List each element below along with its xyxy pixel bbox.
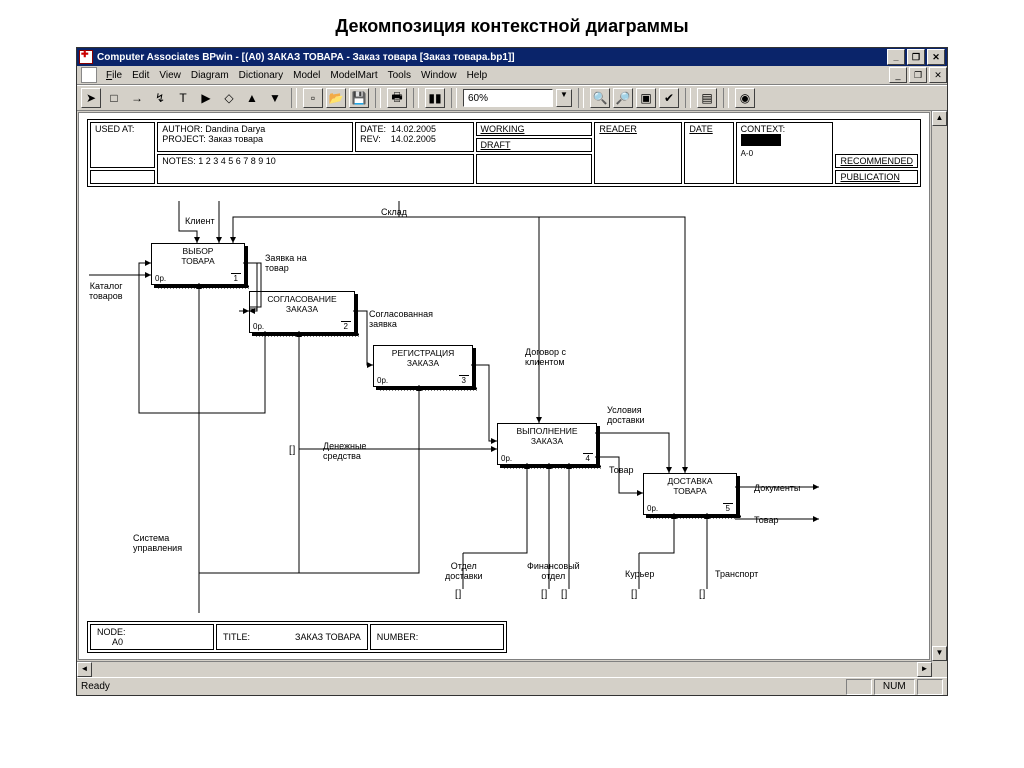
svg-text:[ ]: [ ] [289, 445, 296, 456]
close-button[interactable]: ✕ [927, 49, 945, 65]
canvas-area: USED AT: AUTHOR: Dandina Darya PROJECT: … [77, 111, 947, 677]
menu-model[interactable]: Model [293, 70, 320, 81]
label-docs: Документы [754, 483, 800, 493]
text-tool[interactable]: T [173, 88, 193, 108]
mdi-minimize-button[interactable]: _ [889, 67, 907, 83]
toolbar-shapes: ➤ □ → ↯ T ▶ ◇ ▲ ▼ ▫ 📂 💾 🖶 ▮▮ 60% ▼ 🔍 🔎 ▣… [77, 85, 947, 111]
zoom-out-button[interactable]: 🔎 [613, 88, 633, 108]
report-button[interactable]: ▮▮ [425, 88, 445, 108]
minimize-button[interactable]: _ [887, 49, 905, 65]
idef0-footer: NODE: A0 TITLE: ЗАКАЗ ТОВАРА NUMBER: [87, 621, 507, 653]
label-tovar: Товар [609, 465, 634, 475]
menu-tools[interactable]: Tools [388, 70, 411, 81]
connectors: [ ] [ ] [ ] [ ] [ ] [ ] [79, 113, 929, 659]
page-title: Декомпозиция контекстной диаграммы [0, 0, 1024, 47]
app-window: Computer Associates BPwin - [(A0) ЗАКАЗ … [76, 47, 948, 696]
status-num: NUM [874, 679, 915, 695]
block-2[interactable]: СОГЛАСОВАНИЕ ЗАКАЗА 0р.2 [249, 291, 355, 333]
browser-button[interactable]: ▤ [697, 88, 717, 108]
diagram-canvas[interactable]: USED AT: AUTHOR: Dandina Darya PROJECT: … [78, 112, 930, 660]
label-transport: Транспорт [715, 569, 758, 579]
play-tool[interactable]: ▶ [196, 88, 216, 108]
triangle-up-tool[interactable]: ▲ [242, 88, 262, 108]
svg-text:[ ]: [ ] [699, 589, 706, 600]
label-money: Денежные средства [323, 441, 366, 461]
label-finans: Финансовый отдел [527, 561, 580, 581]
vertical-scrollbar[interactable]: ▲ ▼ [931, 111, 947, 661]
menu-modelmart[interactable]: ModelMart [330, 70, 377, 81]
menubar: FFileile Edit View Diagram Dictionary Mo… [77, 66, 947, 85]
print-button[interactable]: 🖶 [387, 88, 407, 108]
statusbar: Ready NUM [77, 677, 947, 695]
block-4[interactable]: ВЫПОЛНЕНИЕ ЗАКАЗА 0р.4 [497, 423, 597, 465]
arrow-right-tool[interactable]: → [127, 88, 147, 108]
maximize-button[interactable]: ❐ [907, 49, 925, 65]
diamond-tool[interactable]: ◇ [219, 88, 239, 108]
idef0-header: USED AT: AUTHOR: Dandina Darya PROJECT: … [87, 119, 921, 187]
label-otdel: Отдел доставки [445, 561, 483, 581]
fit-button[interactable]: ▣ [636, 88, 656, 108]
spell-button[interactable]: ✔ [659, 88, 679, 108]
status-blank1 [846, 679, 872, 695]
label-katalog: Каталог товаров [89, 281, 123, 301]
menu-help[interactable]: Help [467, 70, 488, 81]
titlebar-text: Computer Associates BPwin - [(A0) ЗАКАЗ … [97, 52, 515, 63]
menu-dictionary[interactable]: Dictionary [239, 70, 283, 81]
app-icon [79, 50, 93, 64]
menu-view[interactable]: View [159, 70, 181, 81]
label-klient: Клиент [185, 216, 215, 226]
status-ready: Ready [81, 681, 110, 692]
label-tovar-out: Товар [754, 515, 779, 525]
block-5[interactable]: ДОСТАВКА ТОВАРА 0р.5 [643, 473, 737, 515]
horizontal-scrollbar[interactable]: ◄ ► [77, 661, 932, 677]
mdi-restore-button[interactable]: ❐ [909, 67, 927, 83]
menu-file[interactable]: FFileile [106, 70, 122, 81]
pointer-tool[interactable]: ➤ [81, 88, 101, 108]
modelmart-button[interactable]: ◉ [735, 88, 755, 108]
save-button[interactable]: 💾 [349, 88, 369, 108]
zoom-in-button[interactable]: 🔍 [590, 88, 610, 108]
menu-diagram[interactable]: Diagram [191, 70, 229, 81]
status-blank2 [917, 679, 943, 695]
tunnel-tool[interactable]: ↯ [150, 88, 170, 108]
label-dogovor: Договор с клиентом [525, 347, 566, 367]
triangle-down-tool[interactable]: ▼ [265, 88, 285, 108]
svg-text:[ ]: [ ] [631, 589, 638, 600]
svg-text:[ ]: [ ] [561, 589, 568, 600]
zoom-dropdown[interactable]: ▼ [556, 89, 572, 107]
label-kurier: Курьер [625, 569, 654, 579]
label-sistema: Система управления [133, 533, 182, 553]
svg-text:[ ]: [ ] [455, 589, 462, 600]
new-button[interactable]: ▫ [303, 88, 323, 108]
open-button[interactable]: 📂 [326, 88, 346, 108]
menu-edit[interactable]: Edit [132, 70, 149, 81]
label-sklad: Склад [381, 207, 407, 217]
block-3[interactable]: РЕГИСТРАЦИЯ ЗАКАЗА 0р.3 [373, 345, 473, 387]
mdi-close-button[interactable]: ✕ [929, 67, 947, 83]
label-soglas: Согласованная заявка [369, 309, 433, 329]
box-tool[interactable]: □ [104, 88, 124, 108]
svg-text:[ ]: [ ] [541, 589, 548, 600]
zoom-input[interactable]: 60% [463, 89, 553, 107]
block-1[interactable]: ВЫБОР ТОВАРА 0р.1 [151, 243, 245, 285]
mdi-icon [81, 67, 97, 83]
titlebar: Computer Associates BPwin - [(A0) ЗАКАЗ … [77, 48, 947, 66]
label-zayavka: Заявка на товар [265, 253, 307, 273]
menu-window[interactable]: Window [421, 70, 457, 81]
label-usloviya: Условия доставки [607, 405, 645, 425]
context-thumbnail [741, 134, 781, 146]
